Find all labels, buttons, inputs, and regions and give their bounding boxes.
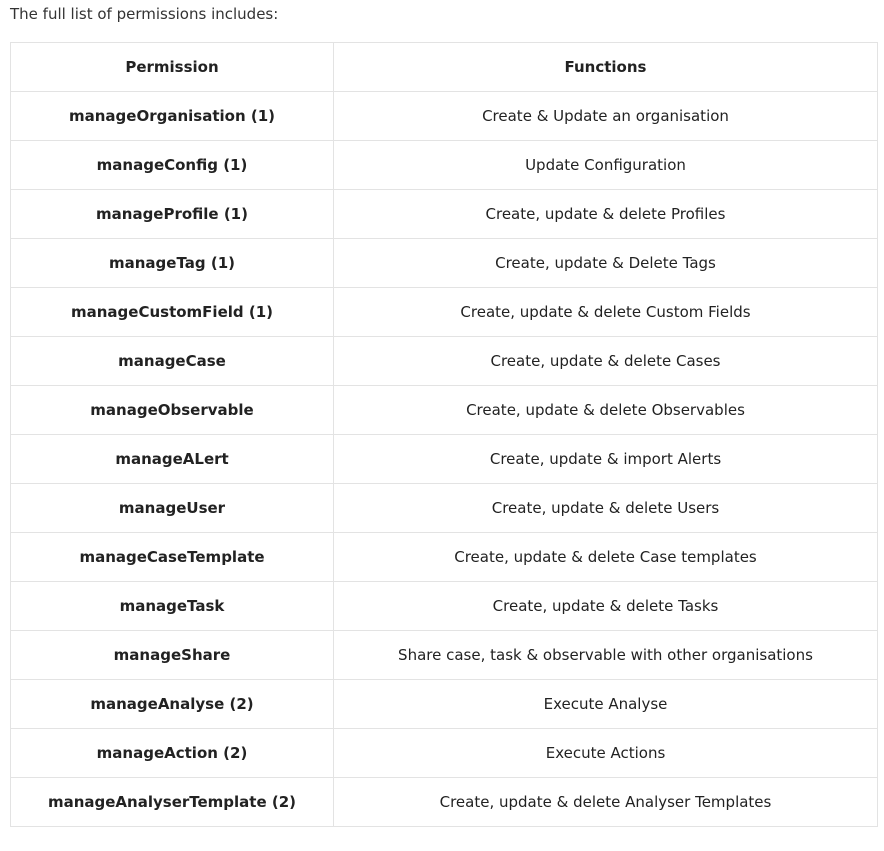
table-row: manageAction (2) Execute Actions xyxy=(10,728,878,778)
function-cell: Create, update & delete Case templates xyxy=(333,532,878,582)
table-row: manageTask Create, update & delete Tasks xyxy=(10,581,878,631)
table-row: manageCase Create, update & delete Cases xyxy=(10,336,878,386)
function-cell: Create, update & delete Custom Fields xyxy=(333,287,878,337)
function-cell: Create, update & Delete Tags xyxy=(333,238,878,288)
table-header: Permission Functions xyxy=(10,42,878,92)
permission-cell: manageTag (1) xyxy=(10,238,334,288)
table-row: manageTag (1) Create, update & Delete Ta… xyxy=(10,238,878,288)
permission-cell: manageConfig (1) xyxy=(10,140,334,190)
permission-cell: manageCase xyxy=(10,336,334,386)
table-row: manageCustomField (1) Create, update & d… xyxy=(10,287,878,337)
table-row: manageALert Create, update & import Aler… xyxy=(10,434,878,484)
table-row: manageUser Create, update & delete Users xyxy=(10,483,878,533)
permission-cell: manageProfile (1) xyxy=(10,189,334,239)
table-row: manageConfig (1) Update Configuration xyxy=(10,140,878,190)
table-header-row: Permission Functions xyxy=(10,42,878,92)
table-row: manageProfile (1) Create, update & delet… xyxy=(10,189,878,239)
permission-cell: manageALert xyxy=(10,434,334,484)
function-cell: Share case, task & observable with other… xyxy=(333,630,878,680)
permission-cell: manageCustomField (1) xyxy=(10,287,334,337)
function-cell: Create, update & delete Profiles xyxy=(333,189,878,239)
intro-text: The full list of permissions includes: xyxy=(10,5,279,23)
permission-cell: manageAction (2) xyxy=(10,728,334,778)
table-row: manageCaseTemplate Create, update & dele… xyxy=(10,532,878,582)
table-row: manageAnalyse (2) Execute Analyse xyxy=(10,679,878,729)
function-cell: Create, update & delete Users xyxy=(333,483,878,533)
function-cell: Execute Actions xyxy=(333,728,878,778)
permission-cell: manageAnalyse (2) xyxy=(10,679,334,729)
permission-cell: manageCaseTemplate xyxy=(10,532,334,582)
table-row: manageOrganisation (1) Create & Update a… xyxy=(10,91,878,141)
column-header-permission: Permission xyxy=(10,42,334,92)
table-body: manageOrganisation (1) Create & Update a… xyxy=(10,91,878,827)
permissions-table: Permission Functions manageOrganisation … xyxy=(10,42,878,827)
function-cell: Execute Analyse xyxy=(333,679,878,729)
function-cell: Create & Update an organisation xyxy=(333,91,878,141)
table-row: manageShare Share case, task & observabl… xyxy=(10,630,878,680)
table-row: manageAnalyserTemplate (2) Create, updat… xyxy=(10,777,878,827)
column-header-functions: Functions xyxy=(333,42,878,92)
permission-cell: manageShare xyxy=(10,630,334,680)
function-cell: Update Configuration xyxy=(333,140,878,190)
permission-cell: manageOrganisation (1) xyxy=(10,91,334,141)
permission-cell: manageUser xyxy=(10,483,334,533)
function-cell: Create, update & import Alerts xyxy=(333,434,878,484)
function-cell: Create, update & delete Tasks xyxy=(333,581,878,631)
permission-cell: manageTask xyxy=(10,581,334,631)
permission-cell: manageAnalyserTemplate (2) xyxy=(10,777,334,827)
permission-cell: manageObservable xyxy=(10,385,334,435)
function-cell: Create, update & delete Cases xyxy=(333,336,878,386)
function-cell: Create, update & delete Analyser Templat… xyxy=(333,777,878,827)
table-row: manageObservable Create, update & delete… xyxy=(10,385,878,435)
function-cell: Create, update & delete Observables xyxy=(333,385,878,435)
